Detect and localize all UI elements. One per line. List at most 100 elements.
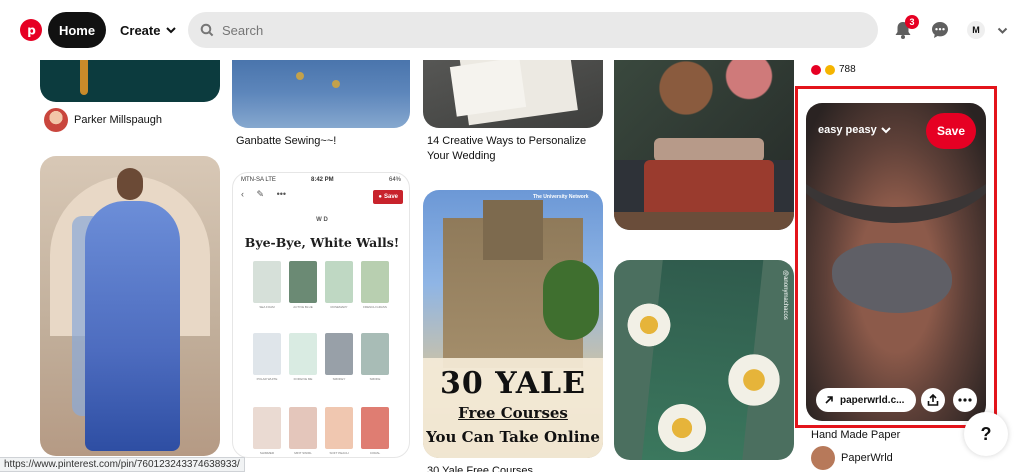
messages-icon[interactable] xyxy=(931,21,949,39)
pin-card-mosaic-table[interactable]: @anonymachacos xyxy=(614,260,794,460)
account-menu-chevron-icon[interactable] xyxy=(997,25,1008,36)
image-watermark: @anonymachacos xyxy=(782,270,788,320)
status-battery: 64% xyxy=(388,177,401,183)
wow-reaction-icon xyxy=(825,64,835,75)
pin-card-handmade-paper[interactable] xyxy=(806,103,986,421)
more-dots-icon: ••• xyxy=(276,189,287,199)
pin-caption[interactable]: Ganbatte Sewing~~! xyxy=(236,134,336,149)
question-mark-icon: ? xyxy=(980,423,992,444)
search-input[interactable] xyxy=(222,22,822,38)
swatch-label: POLAR WHITE xyxy=(256,377,278,381)
author-avatar xyxy=(44,108,68,132)
home-button[interactable]: Home xyxy=(48,12,106,48)
link-status-bar: https://www.pinterest.com/pin/7601232433… xyxy=(0,457,245,472)
more-options-button[interactable] xyxy=(953,388,977,412)
pin-caption[interactable]: 30 Yale Free Courses xyxy=(427,464,533,472)
arrow-up-right-icon xyxy=(825,396,833,404)
pinterest-p-glyph: p xyxy=(27,24,36,38)
create-button[interactable]: Create xyxy=(114,12,182,48)
pinterest-logo-icon[interactable]: p xyxy=(20,19,42,41)
pin-glyph-icon: ● xyxy=(378,194,382,200)
board-selector[interactable]: easy peasy xyxy=(818,124,891,136)
pin-card-paint-swatches[interactable]: MTN-SA LTE 8:42 PM 64% ‹ ✎ ••• ● Save W D… xyxy=(232,172,410,458)
pin-image-pillows xyxy=(654,138,764,162)
share-button[interactable] xyxy=(921,388,945,412)
pin-author[interactable]: PaperWrld xyxy=(811,446,893,470)
heart-reaction-icon xyxy=(811,64,821,75)
pin-image-model xyxy=(117,168,143,200)
paint-swatch xyxy=(289,261,317,303)
swatch-label: ACTIVE BLUE xyxy=(293,305,313,309)
paint-swatch xyxy=(325,333,353,375)
swatch-label: ROSEMARY xyxy=(330,305,348,309)
pencil-icon: ✎ xyxy=(256,189,265,199)
search-icon xyxy=(200,23,214,37)
swatch-label: FORGIVE ME xyxy=(293,377,313,381)
source-link-label: paperwrld.c... xyxy=(840,394,905,406)
pin-image-tower xyxy=(483,200,543,260)
paint-swatch xyxy=(253,407,281,449)
pin-image-invitation xyxy=(449,57,527,117)
source-link-button[interactable]: paperwrld.c... xyxy=(816,388,916,412)
pin-card-blue-dress[interactable] xyxy=(40,156,220,456)
denim-button-detail xyxy=(332,80,340,88)
pin-caption[interactable]: Hand Made Paper xyxy=(811,429,900,441)
author-name: PaperWrld xyxy=(841,452,893,464)
chevron-down-icon xyxy=(166,27,177,34)
author-avatar xyxy=(811,446,835,470)
swatch-label: SMOKEY xyxy=(332,377,346,381)
pin-caption[interactable]: 14 Creative Ways to Personalize Your Wed… xyxy=(427,134,586,164)
pin-caption-line: 14 Creative Ways to Personalize xyxy=(427,135,587,147)
swatch-label: SHIMMER xyxy=(259,451,275,455)
pin-caption-line: Your Wedding xyxy=(427,150,496,162)
screenshot-toolbar: ‹ ✎ ••• ● Save xyxy=(241,189,403,207)
pin-reactions[interactable]: 788 xyxy=(811,64,856,75)
search-bar[interactable] xyxy=(188,12,878,48)
subheadline-text: Free Courses xyxy=(458,404,568,422)
pin-image-paper-pulp xyxy=(832,243,952,313)
svg-text:p: p xyxy=(27,24,36,38)
swatch-label: SMOKE xyxy=(369,377,381,381)
pin-author[interactable]: Parker Millspaugh xyxy=(44,108,162,132)
help-button[interactable]: ? xyxy=(964,412,1008,456)
denim-button-detail xyxy=(296,72,304,80)
paint-swatch xyxy=(253,261,281,303)
subheadline-text: You Can Take Online xyxy=(426,428,600,446)
pin-card-yale-courses[interactable]: The University Network 30 YALE Free Cour… xyxy=(423,190,603,458)
headline-text: 30 YALE xyxy=(440,366,586,401)
top-navigation-bar: p Home Create 3 M xyxy=(0,0,1024,60)
reactions-count: 788 xyxy=(839,64,856,75)
pin-image-floor xyxy=(614,212,794,230)
paint-swatch xyxy=(325,261,353,303)
board-selector-label: easy peasy xyxy=(818,124,877,136)
swatch-label: MINT SWIRL xyxy=(294,451,312,455)
screenshot-save-button: ● Save xyxy=(373,190,403,204)
screenshot-save-label: Save xyxy=(383,194,398,200)
pin-image-tree xyxy=(543,260,599,340)
pin-image-dress xyxy=(85,201,180,451)
pin-card-bedroom[interactable] xyxy=(614,40,794,230)
swatch-label: SEA FOAM xyxy=(259,305,275,309)
status-time: 8:42 PM xyxy=(311,177,334,183)
swatch-label: SOFT PEACH xyxy=(329,451,349,455)
save-button[interactable]: Save xyxy=(926,113,976,149)
brand-logo: The University Network xyxy=(533,194,589,200)
back-arrow-icon: ‹ xyxy=(241,189,244,199)
paint-swatch xyxy=(361,333,389,375)
create-label: Create xyxy=(120,22,161,38)
pin-image-flower xyxy=(724,350,784,410)
share-icon xyxy=(927,394,939,406)
paint-swatch xyxy=(289,333,317,375)
pin-image-flower xyxy=(624,300,674,350)
ellipsis-icon xyxy=(958,398,972,402)
paint-swatch xyxy=(325,407,353,449)
chevron-down-icon xyxy=(881,127,891,134)
paint-swatch xyxy=(361,407,389,449)
image-title: Bye-Bye, White Walls! xyxy=(244,235,400,250)
swatch-label: FRENCH GRASS xyxy=(363,305,387,309)
paint-swatch xyxy=(289,407,317,449)
account-avatar[interactable]: M xyxy=(967,21,985,39)
paint-swatch xyxy=(361,261,389,303)
notifications-count-badge: 3 xyxy=(905,15,919,29)
brand-logo: W D xyxy=(316,217,328,223)
